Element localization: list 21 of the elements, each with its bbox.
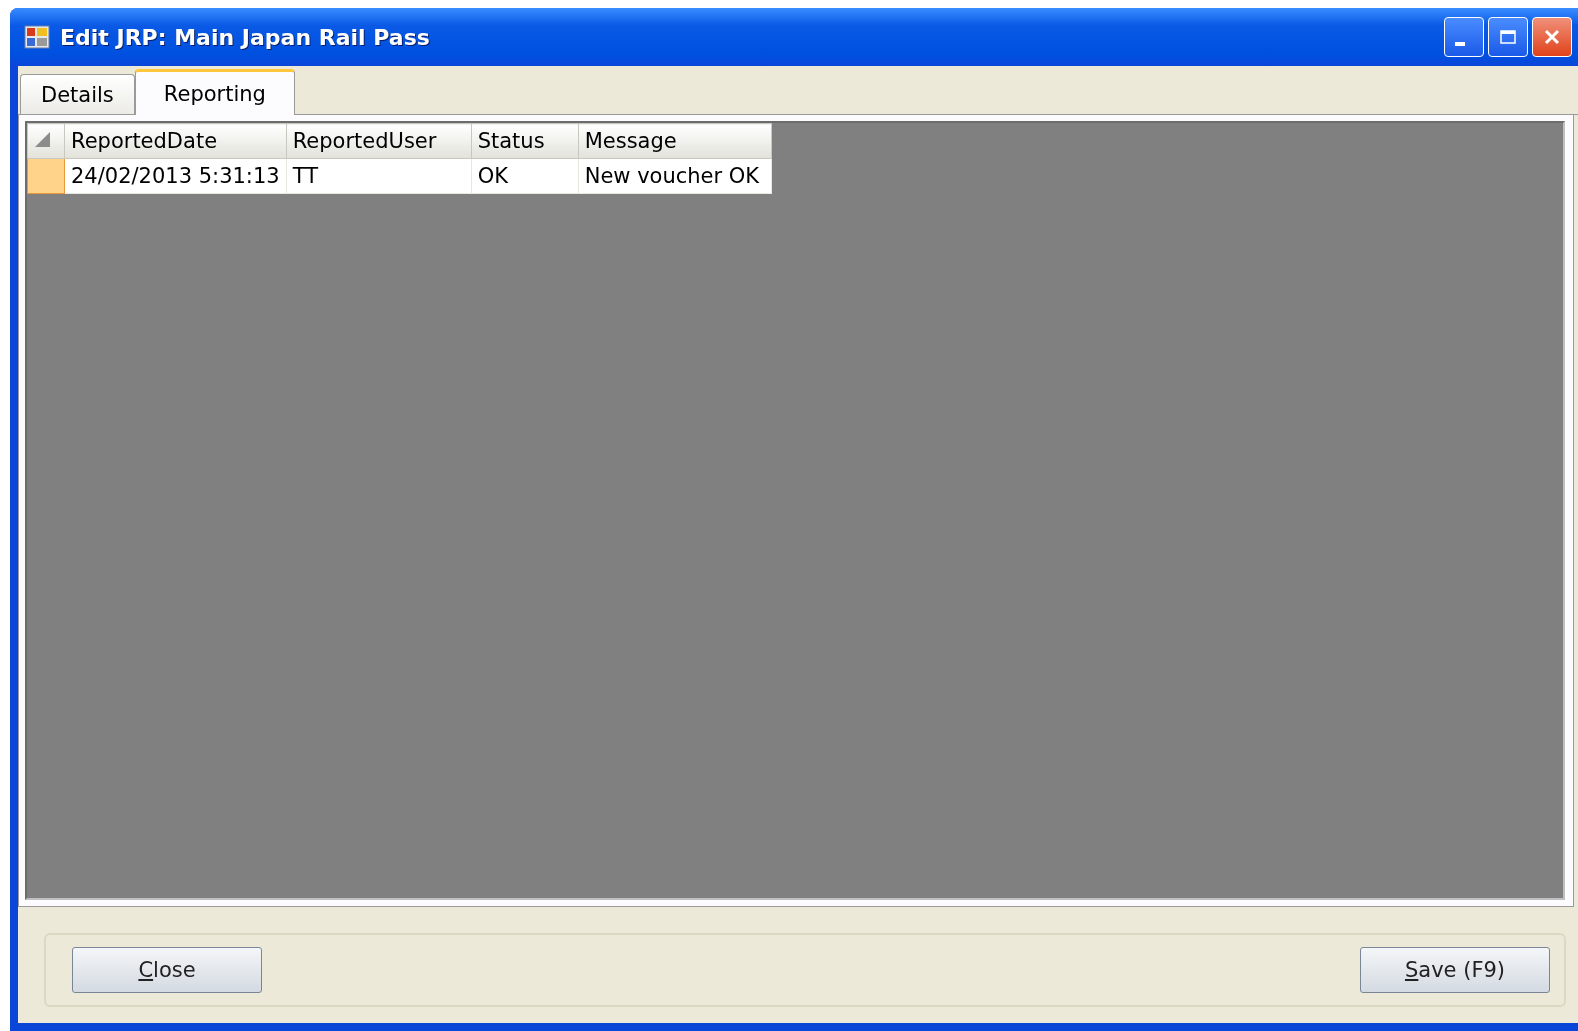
minimize-button[interactable]: [1444, 17, 1484, 57]
table-cell: New voucher OK: [578, 158, 772, 194]
column-header[interactable]: Status: [471, 123, 579, 159]
column-header[interactable]: ReportedUser: [286, 123, 472, 159]
tab[interactable]: Details: [20, 74, 135, 114]
close-icon: [1543, 28, 1561, 46]
tab[interactable]: Reporting: [134, 69, 295, 115]
maximize-button[interactable]: [1488, 17, 1528, 57]
table-cell: 24/02/2013 5:31:13: [64, 158, 287, 194]
window-title: Edit JRP: Main Japan Rail Pass: [60, 24, 431, 50]
column-header[interactable]: ReportedDate: [64, 123, 287, 159]
push-button[interactable]: Close: [72, 947, 262, 993]
maximize-icon: [1499, 29, 1517, 45]
close-button[interactable]: [1532, 17, 1572, 57]
table-cell: TT: [286, 158, 472, 194]
app-icon: [24, 25, 50, 49]
column-header[interactable]: Message: [578, 123, 772, 159]
push-button[interactable]: Save (F9): [1360, 947, 1550, 993]
minimize-icon: [1455, 42, 1465, 46]
table-cell: OK: [471, 158, 579, 194]
select-all-corner[interactable]: [27, 123, 65, 159]
